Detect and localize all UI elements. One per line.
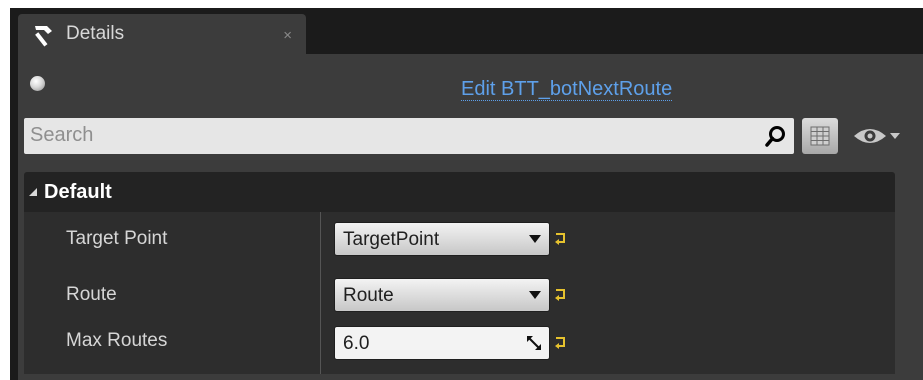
category-default[interactable]: Default [24,172,895,212]
hammer-icon [35,26,52,47]
reset-to-default-icon[interactable] [554,231,568,245]
grid-view-icon [810,126,830,146]
property-label-max-routes: Max Routes [66,330,168,351]
details-window: Details × Edit BTT_botNextRoute Search D… [10,8,923,380]
route-combo[interactable]: Route [334,278,550,312]
object-indicator-icon [30,76,45,91]
dropdown-arrow-icon [529,235,541,243]
target-point-combo[interactable]: TargetPoint [334,222,550,256]
dropdown-arrow-icon [529,291,541,299]
collapse-arrow-icon[interactable] [28,187,38,197]
search-field[interactable] [24,118,794,154]
search-icon[interactable] [764,124,788,148]
reset-to-default-icon[interactable] [554,287,568,301]
property-list: Target Point TargetPoint Route Route Max… [24,212,895,374]
edit-blueprint-link[interactable]: Edit BTT_botNextRoute [461,78,673,101]
details-panel: Edit BTT_botNextRoute Search Default Tar… [18,54,923,380]
search-input[interactable] [24,118,750,152]
eye-icon[interactable] [852,126,888,146]
tab-title: Details [66,23,125,44]
number-value: 6.0 [343,333,370,354]
property-label-target-point: Target Point [66,228,168,249]
reset-to-default-icon[interactable] [554,335,568,349]
combo-value: Route [343,285,394,306]
column-divider[interactable] [320,212,321,374]
spin-arrows-icon[interactable] [527,336,541,350]
max-routes-input[interactable]: 6.0 [334,326,550,360]
category-label: Default [44,181,112,203]
chevron-down-icon[interactable] [890,133,900,139]
combo-value: TargetPoint [343,229,440,250]
tab-details[interactable]: Details × [18,14,306,54]
view-options-button[interactable] [802,118,838,154]
close-icon[interactable]: × [283,27,292,44]
property-label-route: Route [66,284,117,305]
